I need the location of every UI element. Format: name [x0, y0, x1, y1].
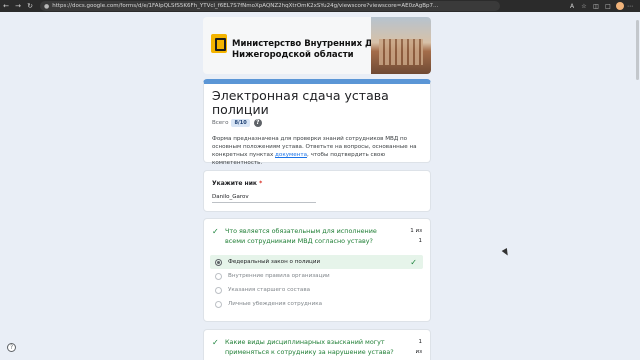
building-image — [371, 17, 431, 74]
document-link[interactable]: документа — [275, 152, 307, 158]
form-banner: Министерство Внутренних Дел Нижегородско… — [203, 17, 431, 74]
answer-option: Указания старшего состава — [210, 283, 423, 297]
option-label: Федеральный закон о полиции — [228, 259, 321, 265]
help-icon[interactable]: ? — [7, 343, 16, 352]
question-card: ✓ Что является обязательным для исполнен… — [203, 218, 431, 322]
question-card: ✓ Какие виды дисциплинарных взысканий мо… — [203, 329, 431, 360]
favorite-icon[interactable]: ☆ — [578, 3, 590, 10]
nick-question-card: Укажите ник * Danilo_Garov — [203, 170, 431, 212]
points-line-2: из — [415, 349, 423, 355]
radio-icon — [215, 286, 222, 294]
logo-icon — [211, 34, 227, 53]
score-row: Всего 8/10 ? — [212, 119, 262, 127]
collections-icon[interactable]: □ — [602, 3, 614, 10]
question-text: Какие виды дисциплинарных взысканий могу… — [225, 338, 394, 356]
score-label: Всего — [212, 120, 229, 126]
reload-icon[interactable]: ↻ — [24, 0, 36, 12]
site-info-icon[interactable]: ● — [44, 3, 49, 10]
nick-answer: Danilo_Garov — [212, 194, 316, 203]
form-title: Электронная сдача устава полиции — [212, 88, 389, 117]
check-icon: ✓ — [212, 338, 219, 347]
answer-option: Федеральный закон о полиции ✓ — [210, 255, 423, 269]
points-line-1: 1 — [418, 339, 423, 345]
option-label: Указания старшего состава — [228, 287, 311, 293]
address-bar[interactable]: ● https://docs.google.com/forms/d/e/1FAI… — [40, 1, 500, 11]
option-label: Личные убеждения сотрудника — [228, 301, 323, 307]
points-line-1: 1 из — [410, 228, 422, 234]
mouse-cursor-icon — [501, 247, 511, 258]
forward-icon[interactable]: → — [12, 0, 24, 12]
nick-label: Укажите ник * — [212, 180, 262, 187]
radio-icon — [215, 272, 222, 280]
answer-option: Личные убеждения сотрудника — [210, 297, 423, 311]
points-line-2: 1 — [418, 238, 423, 244]
help-icon[interactable]: ? — [253, 119, 262, 127]
radio-icon — [215, 300, 222, 308]
page-scrollbar[interactable] — [636, 20, 639, 80]
more-icon[interactable]: ⋯ — [624, 3, 636, 10]
radio-selected-icon — [215, 258, 222, 266]
score-badge: 8/10 — [231, 119, 250, 127]
option-label: Внутренние правила организации — [228, 273, 330, 279]
nick-label-text: Укажите ник — [212, 180, 257, 187]
check-icon: ✓ — [212, 227, 219, 236]
back-icon[interactable]: ← — [0, 0, 12, 12]
browser-tools: A ☆ ◫ □ ⋯ — [566, 2, 640, 10]
question-points: 1 из 1 — [410, 226, 422, 246]
question-text: Что является обязательным для исполнение… — [225, 227, 377, 245]
browser-toolbar: ← → ↻ ● https://docs.google.com/forms/d/… — [0, 0, 640, 12]
required-mark: * — [259, 180, 263, 187]
split-screen-icon[interactable]: ◫ — [590, 3, 602, 10]
url-text: https://docs.google.com/forms/d/e/1FAIpQ… — [52, 3, 439, 9]
profile-avatar[interactable] — [616, 2, 624, 10]
read-aloud-icon[interactable]: A — [566, 3, 578, 10]
form-description: Форма предназначена для проверки знаний … — [212, 135, 418, 167]
form-header-card: Электронная сдача устава полиции Всего 8… — [203, 79, 431, 166]
question-points: 1 из — [416, 337, 423, 357]
answer-option: Внутренние правила организации — [210, 269, 423, 283]
correct-check-icon: ✓ — [410, 257, 417, 267]
